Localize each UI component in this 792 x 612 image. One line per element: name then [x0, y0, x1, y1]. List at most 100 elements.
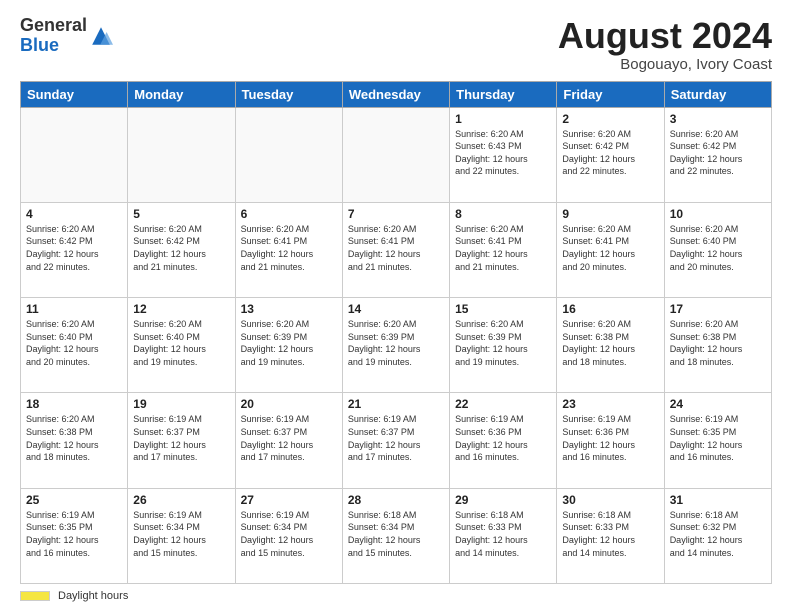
calendar-cell: 24 Sunrise: 6:19 AM Sunset: 6:35 PM Dayli… [664, 393, 771, 488]
logo-blue: Blue [20, 35, 59, 55]
weekday-header-wednesday: Wednesday [342, 81, 449, 107]
week-row-3: 11 Sunrise: 6:20 AM Sunset: 6:40 PM Dayli… [21, 298, 772, 393]
weekday-header-row: SundayMondayTuesdayWednesdayThursdayFrid… [21, 81, 772, 107]
weekday-header-saturday: Saturday [664, 81, 771, 107]
day-number: 23 [562, 397, 658, 411]
calendar-cell: 6 Sunrise: 6:20 AM Sunset: 6:41 PM Daylig… [235, 202, 342, 297]
calendar-cell: 22 Sunrise: 6:19 AM Sunset: 6:36 PM Dayli… [450, 393, 557, 488]
calendar-cell: 12Sunrise: 6:20 AM Sunset: 6:40 PM Dayli… [128, 298, 235, 393]
calendar-cell: 9 Sunrise: 6:20 AM Sunset: 6:41 PM Daylig… [557, 202, 664, 297]
logo-general: General [20, 15, 87, 35]
calendar-cell: 8Sunrise: 6:20 AM Sunset: 6:41 PM Daylig… [450, 202, 557, 297]
footer: Daylight hours [20, 590, 772, 602]
day-info: Sunrise: 6:19 AM Sunset: 6:35 PM Dayligh… [670, 413, 766, 463]
week-row-1: 1 Sunrise: 6:20 AM Sunset: 6:43 PM Daylig… [21, 107, 772, 202]
day-number: 20 [241, 397, 337, 411]
day-info: Sunrise: 6:19 AM Sunset: 6:34 PM Dayligh… [133, 509, 229, 559]
calendar-cell: 27 Sunrise: 6:19 AM Sunset: 6:34 PM Dayli… [235, 488, 342, 583]
day-number: 27 [241, 493, 337, 507]
weekday-header-tuesday: Tuesday [235, 81, 342, 107]
day-info: Sunrise: 6:20 AM Sunset: 6:43 PM Dayligh… [455, 128, 551, 178]
page: General Blue August 2024 Bogouayo, Ivory… [0, 0, 792, 612]
day-info: Sunrise: 6:19 AM Sunset: 6:35 PM Dayligh… [26, 509, 122, 559]
week-row-4: 18Sunrise: 6:20 AM Sunset: 6:38 PM Dayli… [21, 393, 772, 488]
day-info: Sunrise: 6:20 AM Sunset: 6:41 PM Dayligh… [241, 223, 337, 273]
day-number: 3 [670, 112, 766, 126]
day-info: Sunrise: 6:20 AM Sunset: 6:40 PM Dayligh… [26, 318, 122, 368]
day-number: 12 [133, 302, 229, 316]
day-info: Sunrise: 6:20 AM Sunset: 6:39 PM Dayligh… [241, 318, 337, 368]
day-number: 10 [670, 207, 766, 221]
day-info: Sunrise: 6:19 AM Sunset: 6:36 PM Dayligh… [455, 413, 551, 463]
calendar-cell: 28 Sunrise: 6:18 AM Sunset: 6:34 PM Dayli… [342, 488, 449, 583]
day-info: Sunrise: 6:20 AM Sunset: 6:42 PM Dayligh… [26, 223, 122, 273]
daylight-label: Daylight hours [58, 590, 128, 602]
logo: General Blue [20, 16, 113, 56]
day-info: Sunrise: 6:20 AM Sunset: 6:42 PM Dayligh… [670, 128, 766, 178]
calendar-cell: 30 Sunrise: 6:18 AM Sunset: 6:33 PM Dayli… [557, 488, 664, 583]
logo-icon [89, 24, 113, 48]
day-number: 24 [670, 397, 766, 411]
weekday-header-monday: Monday [128, 81, 235, 107]
calendar-cell: 14Sunrise: 6:20 AM Sunset: 6:39 PM Dayli… [342, 298, 449, 393]
calendar-cell: 10 Sunrise: 6:20 AM Sunset: 6:40 PM Dayli… [664, 202, 771, 297]
day-number: 26 [133, 493, 229, 507]
calendar-cell: 11 Sunrise: 6:20 AM Sunset: 6:40 PM Dayli… [21, 298, 128, 393]
day-number: 22 [455, 397, 551, 411]
calendar-cell: 2Sunrise: 6:20 AM Sunset: 6:42 PM Daylig… [557, 107, 664, 202]
calendar-cell: 7Sunrise: 6:20 AM Sunset: 6:41 PM Daylig… [342, 202, 449, 297]
day-info: Sunrise: 6:19 AM Sunset: 6:36 PM Dayligh… [562, 413, 658, 463]
calendar-cell [235, 107, 342, 202]
day-number: 5 [133, 207, 229, 221]
day-info: Sunrise: 6:18 AM Sunset: 6:32 PM Dayligh… [670, 509, 766, 559]
day-info: Sunrise: 6:20 AM Sunset: 6:42 PM Dayligh… [133, 223, 229, 273]
day-info: Sunrise: 6:18 AM Sunset: 6:33 PM Dayligh… [455, 509, 551, 559]
day-number: 28 [348, 493, 444, 507]
calendar-cell: 25 Sunrise: 6:19 AM Sunset: 6:35 PM Dayli… [21, 488, 128, 583]
calendar-cell [128, 107, 235, 202]
day-number: 11 [26, 302, 122, 316]
day-info: Sunrise: 6:20 AM Sunset: 6:41 PM Dayligh… [562, 223, 658, 273]
day-number: 29 [455, 493, 551, 507]
calendar-cell: 23 Sunrise: 6:19 AM Sunset: 6:36 PM Dayli… [557, 393, 664, 488]
day-info: Sunrise: 6:20 AM Sunset: 6:41 PM Dayligh… [348, 223, 444, 273]
daylight-bar-icon [20, 591, 50, 601]
day-info: Sunrise: 6:19 AM Sunset: 6:37 PM Dayligh… [133, 413, 229, 463]
day-number: 19 [133, 397, 229, 411]
calendar-cell: 19 Sunrise: 6:19 AM Sunset: 6:37 PM Dayli… [128, 393, 235, 488]
calendar-cell: 20 Sunrise: 6:19 AM Sunset: 6:37 PM Dayli… [235, 393, 342, 488]
day-info: Sunrise: 6:19 AM Sunset: 6:34 PM Dayligh… [241, 509, 337, 559]
title-block: August 2024 Bogouayo, Ivory Coast [558, 16, 772, 73]
calendar-cell: 29 Sunrise: 6:18 AM Sunset: 6:33 PM Dayli… [450, 488, 557, 583]
calendar: SundayMondayTuesdayWednesdayThursdayFrid… [20, 81, 772, 584]
week-row-2: 4Sunrise: 6:20 AM Sunset: 6:42 PM Daylig… [21, 202, 772, 297]
day-info: Sunrise: 6:18 AM Sunset: 6:34 PM Dayligh… [348, 509, 444, 559]
calendar-cell: 17 Sunrise: 6:20 AM Sunset: 6:38 PM Dayli… [664, 298, 771, 393]
calendar-cell: 31Sunrise: 6:18 AM Sunset: 6:32 PM Dayli… [664, 488, 771, 583]
calendar-cell: 18Sunrise: 6:20 AM Sunset: 6:38 PM Dayli… [21, 393, 128, 488]
weekday-header-friday: Friday [557, 81, 664, 107]
day-number: 14 [348, 302, 444, 316]
calendar-cell: 13 Sunrise: 6:20 AM Sunset: 6:39 PM Dayli… [235, 298, 342, 393]
day-number: 18 [26, 397, 122, 411]
calendar-cell: 16Sunrise: 6:20 AM Sunset: 6:38 PM Dayli… [557, 298, 664, 393]
day-number: 25 [26, 493, 122, 507]
calendar-cell: 1 Sunrise: 6:20 AM Sunset: 6:43 PM Daylig… [450, 107, 557, 202]
day-number: 30 [562, 493, 658, 507]
day-info: Sunrise: 6:19 AM Sunset: 6:37 PM Dayligh… [241, 413, 337, 463]
month-title: August 2024 [558, 16, 772, 56]
day-info: Sunrise: 6:20 AM Sunset: 6:38 PM Dayligh… [562, 318, 658, 368]
day-number: 13 [241, 302, 337, 316]
day-number: 2 [562, 112, 658, 126]
day-info: Sunrise: 6:20 AM Sunset: 6:38 PM Dayligh… [670, 318, 766, 368]
day-number: 9 [562, 207, 658, 221]
location: Bogouayo, Ivory Coast [558, 56, 772, 73]
day-info: Sunrise: 6:20 AM Sunset: 6:40 PM Dayligh… [670, 223, 766, 273]
weekday-header-sunday: Sunday [21, 81, 128, 107]
day-number: 6 [241, 207, 337, 221]
day-number: 1 [455, 112, 551, 126]
day-info: Sunrise: 6:18 AM Sunset: 6:33 PM Dayligh… [562, 509, 658, 559]
day-number: 17 [670, 302, 766, 316]
day-info: Sunrise: 6:20 AM Sunset: 6:41 PM Dayligh… [455, 223, 551, 273]
calendar-cell [21, 107, 128, 202]
